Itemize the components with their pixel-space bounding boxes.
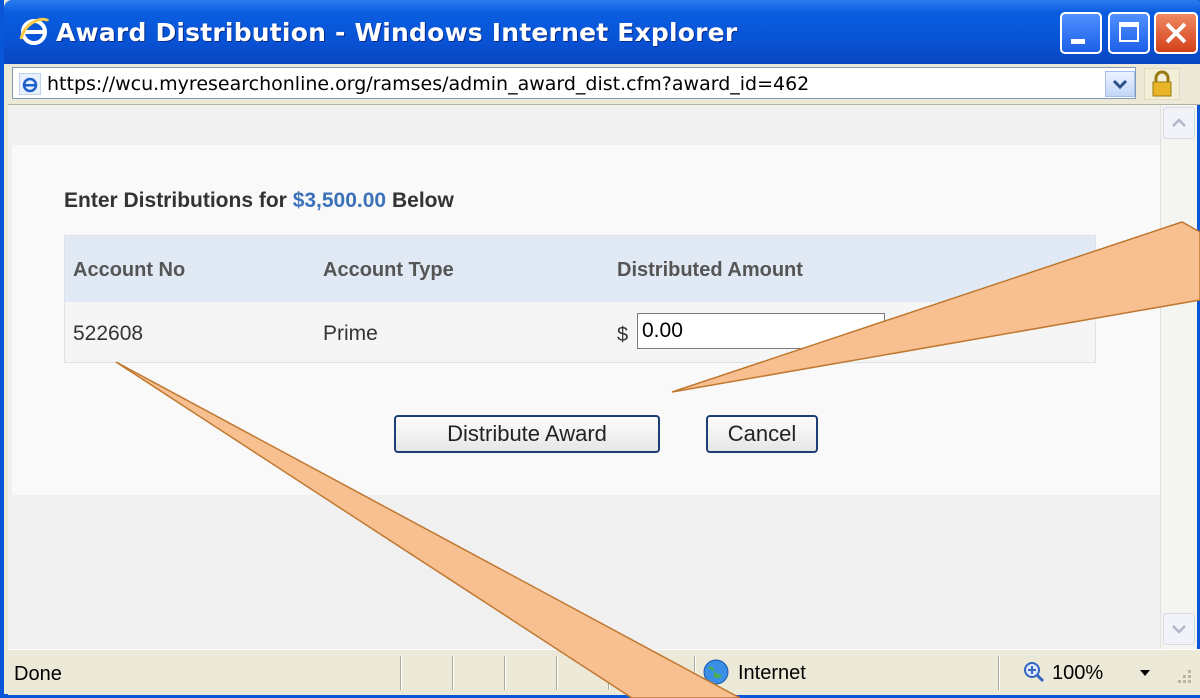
table-header: Account No Account Type Distributed Amou… [65,236,1095,302]
status-divider [400,656,401,690]
cell-account-type: Prime [323,322,378,345]
address-dropdown-button[interactable] [1105,71,1135,97]
minimize-button[interactable] [1060,12,1102,54]
ie-logo-icon [19,17,50,45]
distribution-table: Account No Account Type Distributed Amou… [64,235,1096,363]
heading-prefix: Enter Distributions for [64,189,287,212]
page-ie-icon [19,73,41,95]
page-viewport: Enter Distributions for $3,500.00 Below … [8,105,1160,649]
currency-symbol: $ [617,324,629,346]
window-title: Award Distribution - Windows Internet Ex… [56,18,738,47]
status-bar: Done Internet 100% [8,649,1200,695]
page-heading: Enter Distributions for $3,500.00 Below [64,189,454,213]
cancel-button[interactable]: Cancel [706,415,818,453]
distribute-award-button[interactable]: Distribute Award [394,415,660,453]
title-bar[interactable]: Award Distribution - Windows Internet Ex… [4,0,1200,64]
chevron-up-icon [1172,118,1186,127]
status-text: Done [14,663,62,685]
column-account-type: Account Type [323,259,454,281]
scroll-up-button[interactable] [1163,107,1195,139]
heading-suffix: Below [391,189,454,212]
status-divider [504,656,505,690]
address-bar: https://wcu.myresearchonline.org/ramses/… [8,64,1200,105]
column-distributed-amount: Distributed Amount [617,259,803,281]
status-divider [556,656,557,690]
distributed-amount-input[interactable] [637,313,885,349]
chevron-down-icon [1112,79,1128,90]
column-account-no: Account No [73,259,186,281]
browser-window: Award Distribution - Windows Internet Ex… [0,0,1200,698]
resize-grip-icon[interactable] [1172,666,1194,688]
status-divider [694,656,695,690]
distribution-panel: Enter Distributions for $3,500.00 Below … [12,145,1160,495]
lock-icon[interactable] [1144,68,1180,100]
vertical-scrollbar[interactable] [1160,105,1197,649]
scroll-down-button[interactable] [1163,613,1195,645]
globe-icon [703,659,729,685]
url-field[interactable]: https://wcu.myresearchonline.org/ramses/… [12,67,1136,99]
url-text: https://wcu.myresearchonline.org/ramses/… [47,73,810,95]
status-divider [998,656,999,690]
close-button[interactable] [1154,12,1198,54]
status-divider [452,656,453,690]
cell-account-no: 522608 [73,322,144,345]
zoom-icon[interactable] [1022,660,1046,684]
close-icon [1165,22,1187,44]
zoom-dropdown-icon[interactable] [1140,670,1150,676]
maximize-button[interactable] [1108,12,1150,54]
award-amount: $3,500.00 [292,189,387,212]
zoom-level[interactable]: 100% [1052,662,1103,685]
security-zone: Internet [738,662,806,684]
chevron-down-icon [1172,625,1186,634]
status-divider [608,656,609,690]
